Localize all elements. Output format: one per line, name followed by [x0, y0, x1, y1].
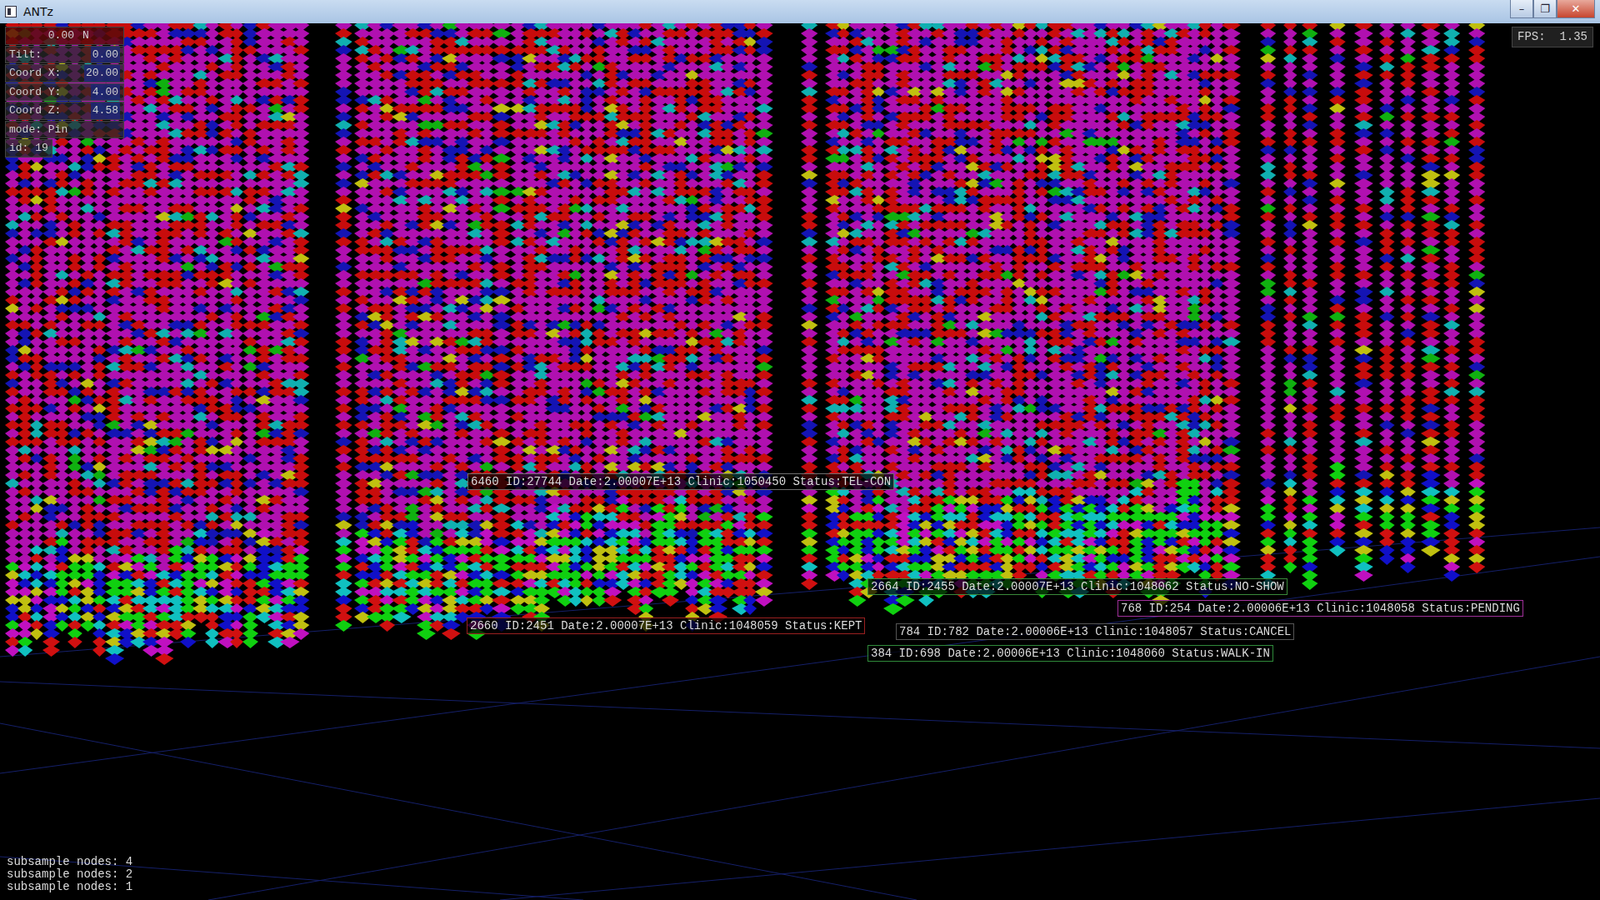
node-tag[interactable]: 768 ID:254 Date:2.00006E+13 Clinic:10480…: [1117, 600, 1524, 617]
readout-label: Coord Z:: [9, 102, 91, 120]
hud-readout: Tilt:0.00: [5, 45, 125, 65]
id-readout: id: 19: [5, 139, 53, 158]
window-controls: –❐✕: [1510, 0, 1595, 19]
node-tag[interactable]: 2664 ID:2455 Date:2.00007E+13 Clinic:104…: [867, 578, 1288, 595]
readout-label: Tilt:: [9, 46, 91, 64]
maximize-button[interactable]: ❐: [1533, 0, 1557, 19]
node-tag[interactable]: 384 ID:698 Date:2.00006E+13 Clinic:10480…: [867, 645, 1274, 662]
hud-readout: Coord Y:4.00: [5, 83, 125, 102]
mode-readout: mode: Pin: [5, 120, 125, 140]
heading-readout: 0.00 N: [5, 26, 125, 45]
title-bar: ANTz –❐✕: [0, 0, 1600, 24]
window-title: ANTz: [23, 3, 54, 21]
readout-value: 4.00: [90, 84, 120, 101]
node-tag[interactable]: 2660 ID:2451 Date:2.00007E+13 Clinic:104…: [466, 617, 865, 635]
antz-window: ANTz–❐✕0.00NTilt:0.00Coord X:20.00Coord …: [0, 0, 1600, 900]
log-line: subsample nodes: 2: [6, 868, 133, 881]
node-tag[interactable]: 784 ID:782 Date:2.00006E+13 Clinic:10480…: [895, 623, 1295, 640]
close-button[interactable]: ✕: [1556, 0, 1595, 19]
readout-value: 0.00: [90, 46, 120, 64]
node-tag[interactable]: 6460 ID:27744 Date:2.00007E+13 Clinic:10…: [467, 473, 895, 490]
log-line: subsample nodes: 4: [6, 855, 133, 869]
readout-value: 20.00: [84, 65, 120, 82]
fps-readout: FPS: 1.35: [1511, 26, 1594, 48]
heading-value: 0.00: [9, 27, 76, 45]
hud-panel: 0.00NTilt:0.00Coord X:20.00Coord Y:4.00C…: [5, 26, 125, 158]
scene-view[interactable]: 0.00NTilt:0.00Coord X:20.00Coord Y:4.00C…: [0, 23, 1600, 900]
readout-label: Coord X:: [9, 65, 85, 82]
minimize-button[interactable]: –: [1510, 0, 1534, 19]
hud-readout: Coord X:20.00: [5, 64, 125, 83]
readout-label: Coord Y:: [9, 84, 91, 101]
readout-value: 4.58: [90, 102, 120, 120]
scene-canvas[interactable]: [0, 23, 1600, 900]
log-line: subsample nodes: 1: [6, 880, 133, 894]
console-log: subsample nodes: 4subsample nodes: 2subs…: [6, 855, 133, 894]
app-icon: [5, 5, 17, 18]
hud-readout: Coord Z:4.58: [5, 101, 125, 120]
heading-unit: N: [82, 27, 120, 45]
